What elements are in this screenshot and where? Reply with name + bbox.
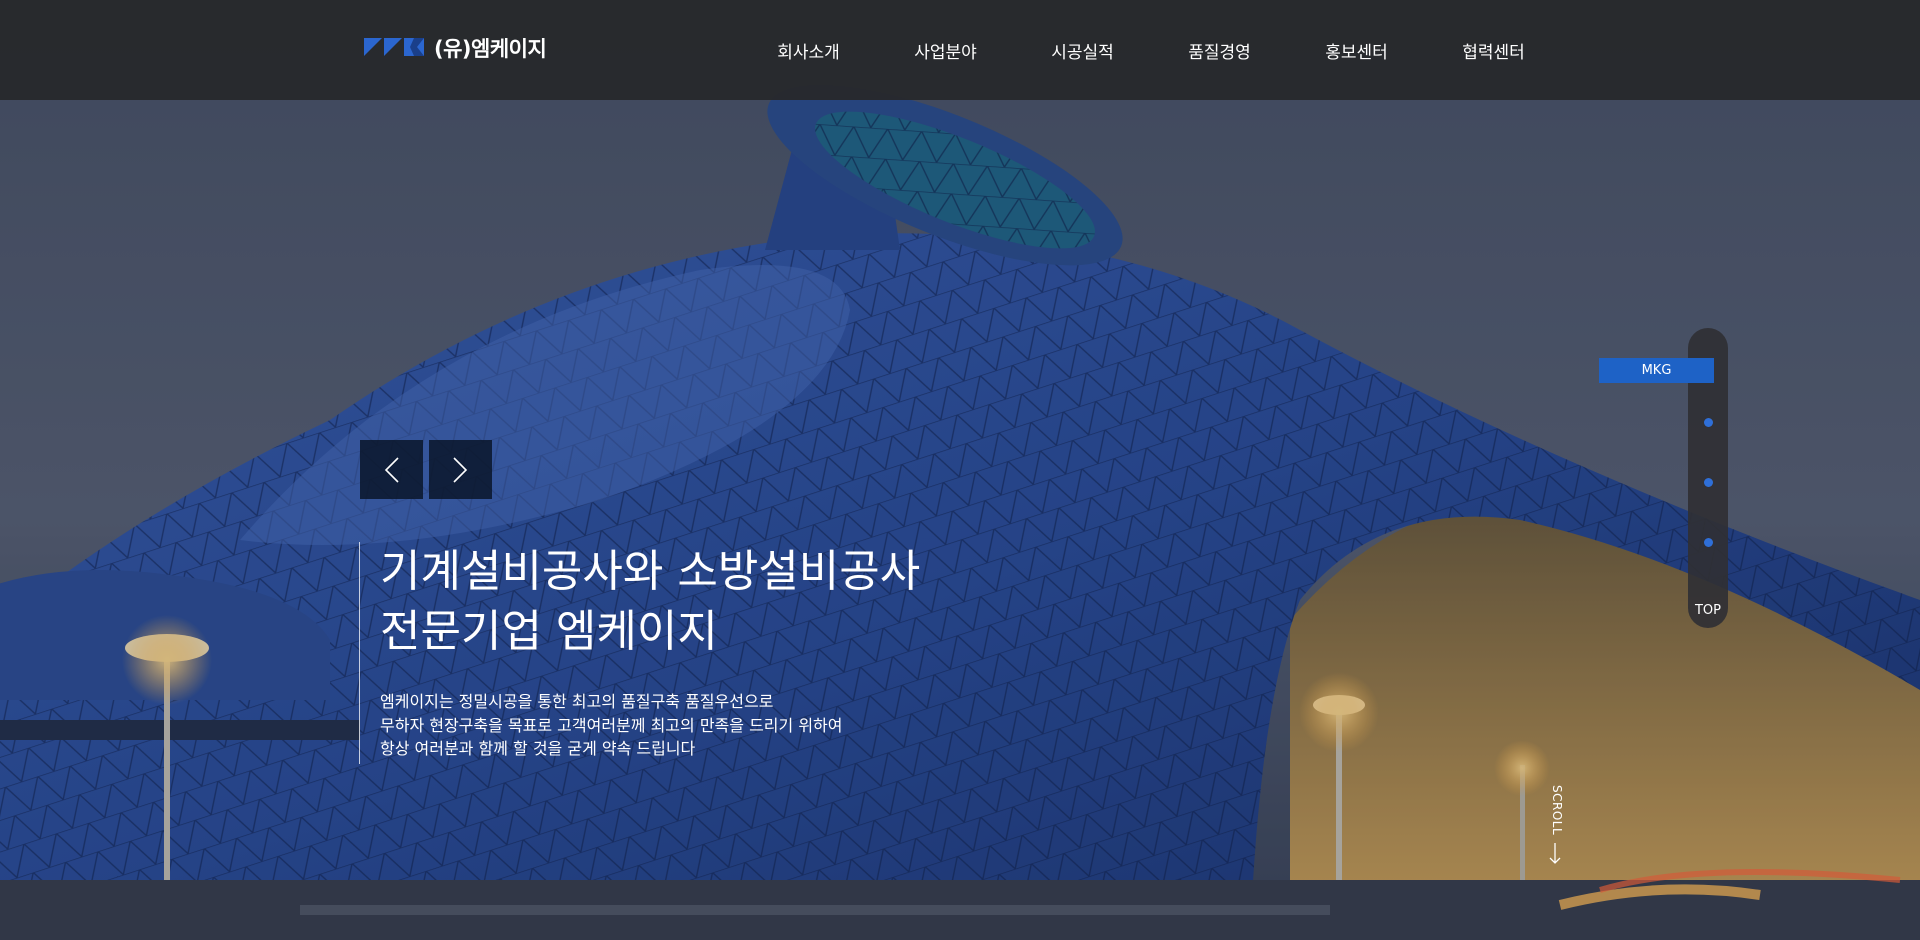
nav-item-company[interactable]: 회사소개 xyxy=(740,38,877,63)
side-nav-dot[interactable] xyxy=(1704,478,1713,487)
logo-text: (유)엠케이지 xyxy=(434,37,547,61)
hero-description-line: 엠케이지는 정밀시공을 통한 최고의 품질구축 품질우선으로 xyxy=(380,692,774,711)
hero-text-block: 기계설비공사와 소방설비공사 전문기업 엠케이지 엠케이지는 정밀시공을 통한 … xyxy=(359,542,1060,764)
logo-mark-icon xyxy=(364,38,424,56)
nav-item-projects[interactable]: 시공실적 xyxy=(1014,38,1151,63)
scroll-indicator[interactable]: SCROLL xyxy=(1538,785,1572,865)
nav-item-quality[interactable]: 품질경영 xyxy=(1151,38,1288,63)
hero-background-image xyxy=(0,0,1920,940)
slider-prev-button[interactable] xyxy=(360,440,423,499)
arrow-down-icon xyxy=(1549,843,1561,864)
hero-description: 엠케이지는 정밀시공을 통한 최고의 품질구축 품질우선으로 무하자 현장구축을… xyxy=(380,690,842,761)
hero-description-line: 무하자 현장구축을 목표로 고객여러분께 최고의 만족을 드리기 위하여 xyxy=(380,715,843,735)
hero-title-line: 기계설비공사와 소방설비공사 xyxy=(380,546,921,597)
side-nav-dot[interactable] xyxy=(1704,418,1713,427)
page: (유)엠케이지 회사소개 사업분야 시공실적 품질경영 홍보센터 협력센터 기계… xyxy=(0,0,1920,940)
side-nav-dot[interactable] xyxy=(1704,538,1713,547)
logo[interactable]: (유)엠케이지 xyxy=(364,36,547,61)
scroll-label: SCROLL xyxy=(1550,785,1564,836)
side-nav-label[interactable]: MKG xyxy=(1599,358,1714,383)
site-header: (유)엠케이지 회사소개 사업분야 시공실적 품질경영 홍보센터 협력센터 xyxy=(0,0,1920,100)
hero-description-line: 항상 여러분과 함께 할 것을 굳게 약속 드립니다 xyxy=(380,739,696,758)
slider-next-button[interactable] xyxy=(429,440,492,499)
main-nav: 회사소개 사업분야 시공실적 품질경영 홍보센터 협력센터 xyxy=(740,0,1562,100)
chevron-right-icon xyxy=(453,457,468,483)
nav-item-business[interactable]: 사업분야 xyxy=(877,38,1014,63)
nav-item-partner-center[interactable]: 협력센터 xyxy=(1425,38,1562,63)
nav-item-pr-center[interactable]: 홍보센터 xyxy=(1288,38,1425,63)
hero-title-line: 전문기업 엠케이지 xyxy=(380,606,718,657)
hero-title: 기계설비공사와 소방설비공사 전문기업 엠케이지 xyxy=(380,542,920,662)
top-button[interactable]: TOP xyxy=(1688,603,1728,618)
chevron-left-icon xyxy=(384,457,399,483)
